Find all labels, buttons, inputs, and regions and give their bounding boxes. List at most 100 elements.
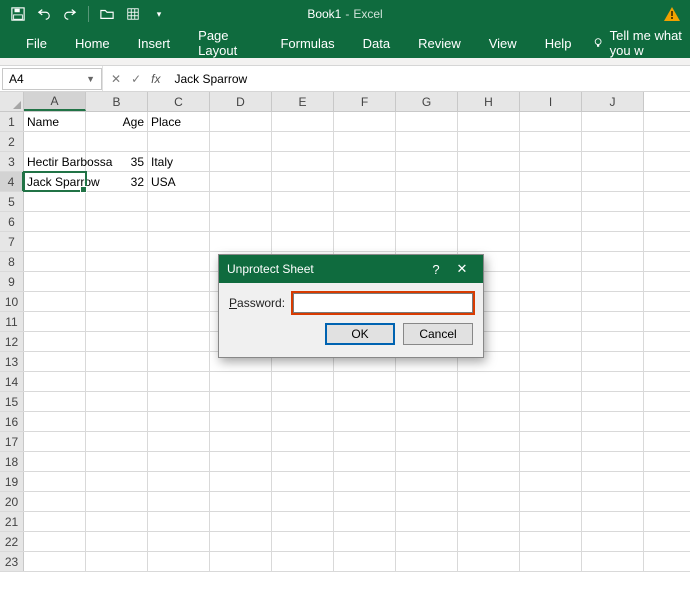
cell[interactable] bbox=[148, 372, 210, 391]
tab-view[interactable]: View bbox=[475, 28, 531, 58]
cell[interactable] bbox=[24, 352, 86, 371]
cell[interactable] bbox=[334, 552, 396, 571]
cell[interactable] bbox=[520, 492, 582, 511]
row-header[interactable]: 14 bbox=[0, 372, 24, 391]
cell[interactable] bbox=[582, 252, 644, 271]
undo-icon[interactable] bbox=[36, 6, 52, 22]
tab-data[interactable]: Data bbox=[349, 28, 404, 58]
cell[interactable] bbox=[396, 232, 458, 251]
tab-page-layout[interactable]: Page Layout bbox=[184, 28, 266, 58]
cell[interactable] bbox=[396, 212, 458, 231]
enter-formula-icon[interactable]: ✓ bbox=[131, 72, 141, 86]
cell[interactable] bbox=[582, 212, 644, 231]
row-header[interactable]: 12 bbox=[0, 332, 24, 351]
cell[interactable] bbox=[148, 512, 210, 531]
cell[interactable] bbox=[24, 252, 86, 271]
cell[interactable] bbox=[396, 372, 458, 391]
cell[interactable] bbox=[272, 192, 334, 211]
cell[interactable]: Name bbox=[24, 112, 86, 131]
cell[interactable] bbox=[24, 332, 86, 351]
column-header[interactable]: I bbox=[520, 92, 582, 111]
cell[interactable] bbox=[582, 152, 644, 171]
column-header[interactable]: B bbox=[86, 92, 148, 111]
cell[interactable] bbox=[148, 192, 210, 211]
cell[interactable] bbox=[148, 292, 210, 311]
cell[interactable] bbox=[24, 272, 86, 291]
cell[interactable] bbox=[272, 512, 334, 531]
cell[interactable] bbox=[210, 132, 272, 151]
cell[interactable] bbox=[334, 392, 396, 411]
cell[interactable] bbox=[272, 532, 334, 551]
cell[interactable] bbox=[396, 192, 458, 211]
cell[interactable] bbox=[582, 352, 644, 371]
cell[interactable] bbox=[210, 412, 272, 431]
row-header[interactable]: 16 bbox=[0, 412, 24, 431]
cell[interactable] bbox=[520, 312, 582, 331]
column-header[interactable]: C bbox=[148, 92, 210, 111]
cell[interactable] bbox=[334, 372, 396, 391]
cell[interactable] bbox=[334, 532, 396, 551]
cell[interactable] bbox=[334, 192, 396, 211]
cell[interactable] bbox=[458, 172, 520, 191]
qat-customize-icon[interactable]: ▾ bbox=[151, 6, 167, 22]
tell-me[interactable]: Tell me what you w bbox=[593, 28, 690, 58]
cell[interactable] bbox=[334, 512, 396, 531]
cell[interactable] bbox=[210, 452, 272, 471]
cell[interactable] bbox=[396, 172, 458, 191]
cell[interactable] bbox=[86, 232, 148, 251]
formula-bar[interactable] bbox=[168, 68, 690, 90]
quick-print-icon[interactable] bbox=[125, 6, 141, 22]
column-header[interactable]: D bbox=[210, 92, 272, 111]
cell[interactable] bbox=[396, 392, 458, 411]
cell[interactable] bbox=[396, 132, 458, 151]
cell[interactable] bbox=[272, 172, 334, 191]
cell[interactable] bbox=[210, 152, 272, 171]
cell[interactable] bbox=[86, 192, 148, 211]
cell[interactable] bbox=[458, 192, 520, 211]
cell[interactable] bbox=[458, 232, 520, 251]
dialog-titlebar[interactable]: Unprotect Sheet ? ✕ bbox=[219, 255, 483, 283]
cell[interactable] bbox=[582, 372, 644, 391]
column-header[interactable]: J bbox=[582, 92, 644, 111]
cell[interactable] bbox=[210, 372, 272, 391]
cell[interactable] bbox=[582, 472, 644, 491]
cell[interactable] bbox=[210, 492, 272, 511]
cell[interactable] bbox=[520, 452, 582, 471]
cell[interactable] bbox=[582, 452, 644, 471]
column-header[interactable]: E bbox=[272, 92, 334, 111]
cell[interactable] bbox=[148, 312, 210, 331]
cell[interactable] bbox=[210, 432, 272, 451]
cell[interactable] bbox=[210, 392, 272, 411]
cell[interactable] bbox=[458, 212, 520, 231]
cell[interactable] bbox=[24, 552, 86, 571]
cell[interactable] bbox=[272, 112, 334, 131]
cell[interactable] bbox=[272, 152, 334, 171]
cell[interactable] bbox=[520, 232, 582, 251]
cell[interactable] bbox=[582, 132, 644, 151]
tab-home[interactable]: Home bbox=[61, 28, 124, 58]
cell[interactable] bbox=[458, 412, 520, 431]
cell[interactable] bbox=[86, 512, 148, 531]
cell[interactable] bbox=[520, 532, 582, 551]
cell[interactable] bbox=[334, 172, 396, 191]
cell[interactable] bbox=[582, 532, 644, 551]
cell[interactable] bbox=[582, 512, 644, 531]
cell[interactable] bbox=[272, 372, 334, 391]
cell[interactable] bbox=[520, 332, 582, 351]
row-header[interactable]: 8 bbox=[0, 252, 24, 271]
cell[interactable] bbox=[210, 232, 272, 251]
cell[interactable] bbox=[334, 152, 396, 171]
row-header[interactable]: 20 bbox=[0, 492, 24, 511]
cancel-formula-icon[interactable]: ✕ bbox=[111, 72, 121, 86]
cell[interactable]: USA bbox=[148, 172, 210, 191]
cell[interactable] bbox=[210, 192, 272, 211]
row-header[interactable]: 23 bbox=[0, 552, 24, 571]
tab-file[interactable]: File bbox=[12, 28, 61, 58]
row-header[interactable]: 9 bbox=[0, 272, 24, 291]
cell[interactable] bbox=[272, 492, 334, 511]
tab-review[interactable]: Review bbox=[404, 28, 475, 58]
cell[interactable] bbox=[520, 552, 582, 571]
cell[interactable] bbox=[582, 192, 644, 211]
cell[interactable] bbox=[334, 452, 396, 471]
cell[interactable] bbox=[24, 312, 86, 331]
